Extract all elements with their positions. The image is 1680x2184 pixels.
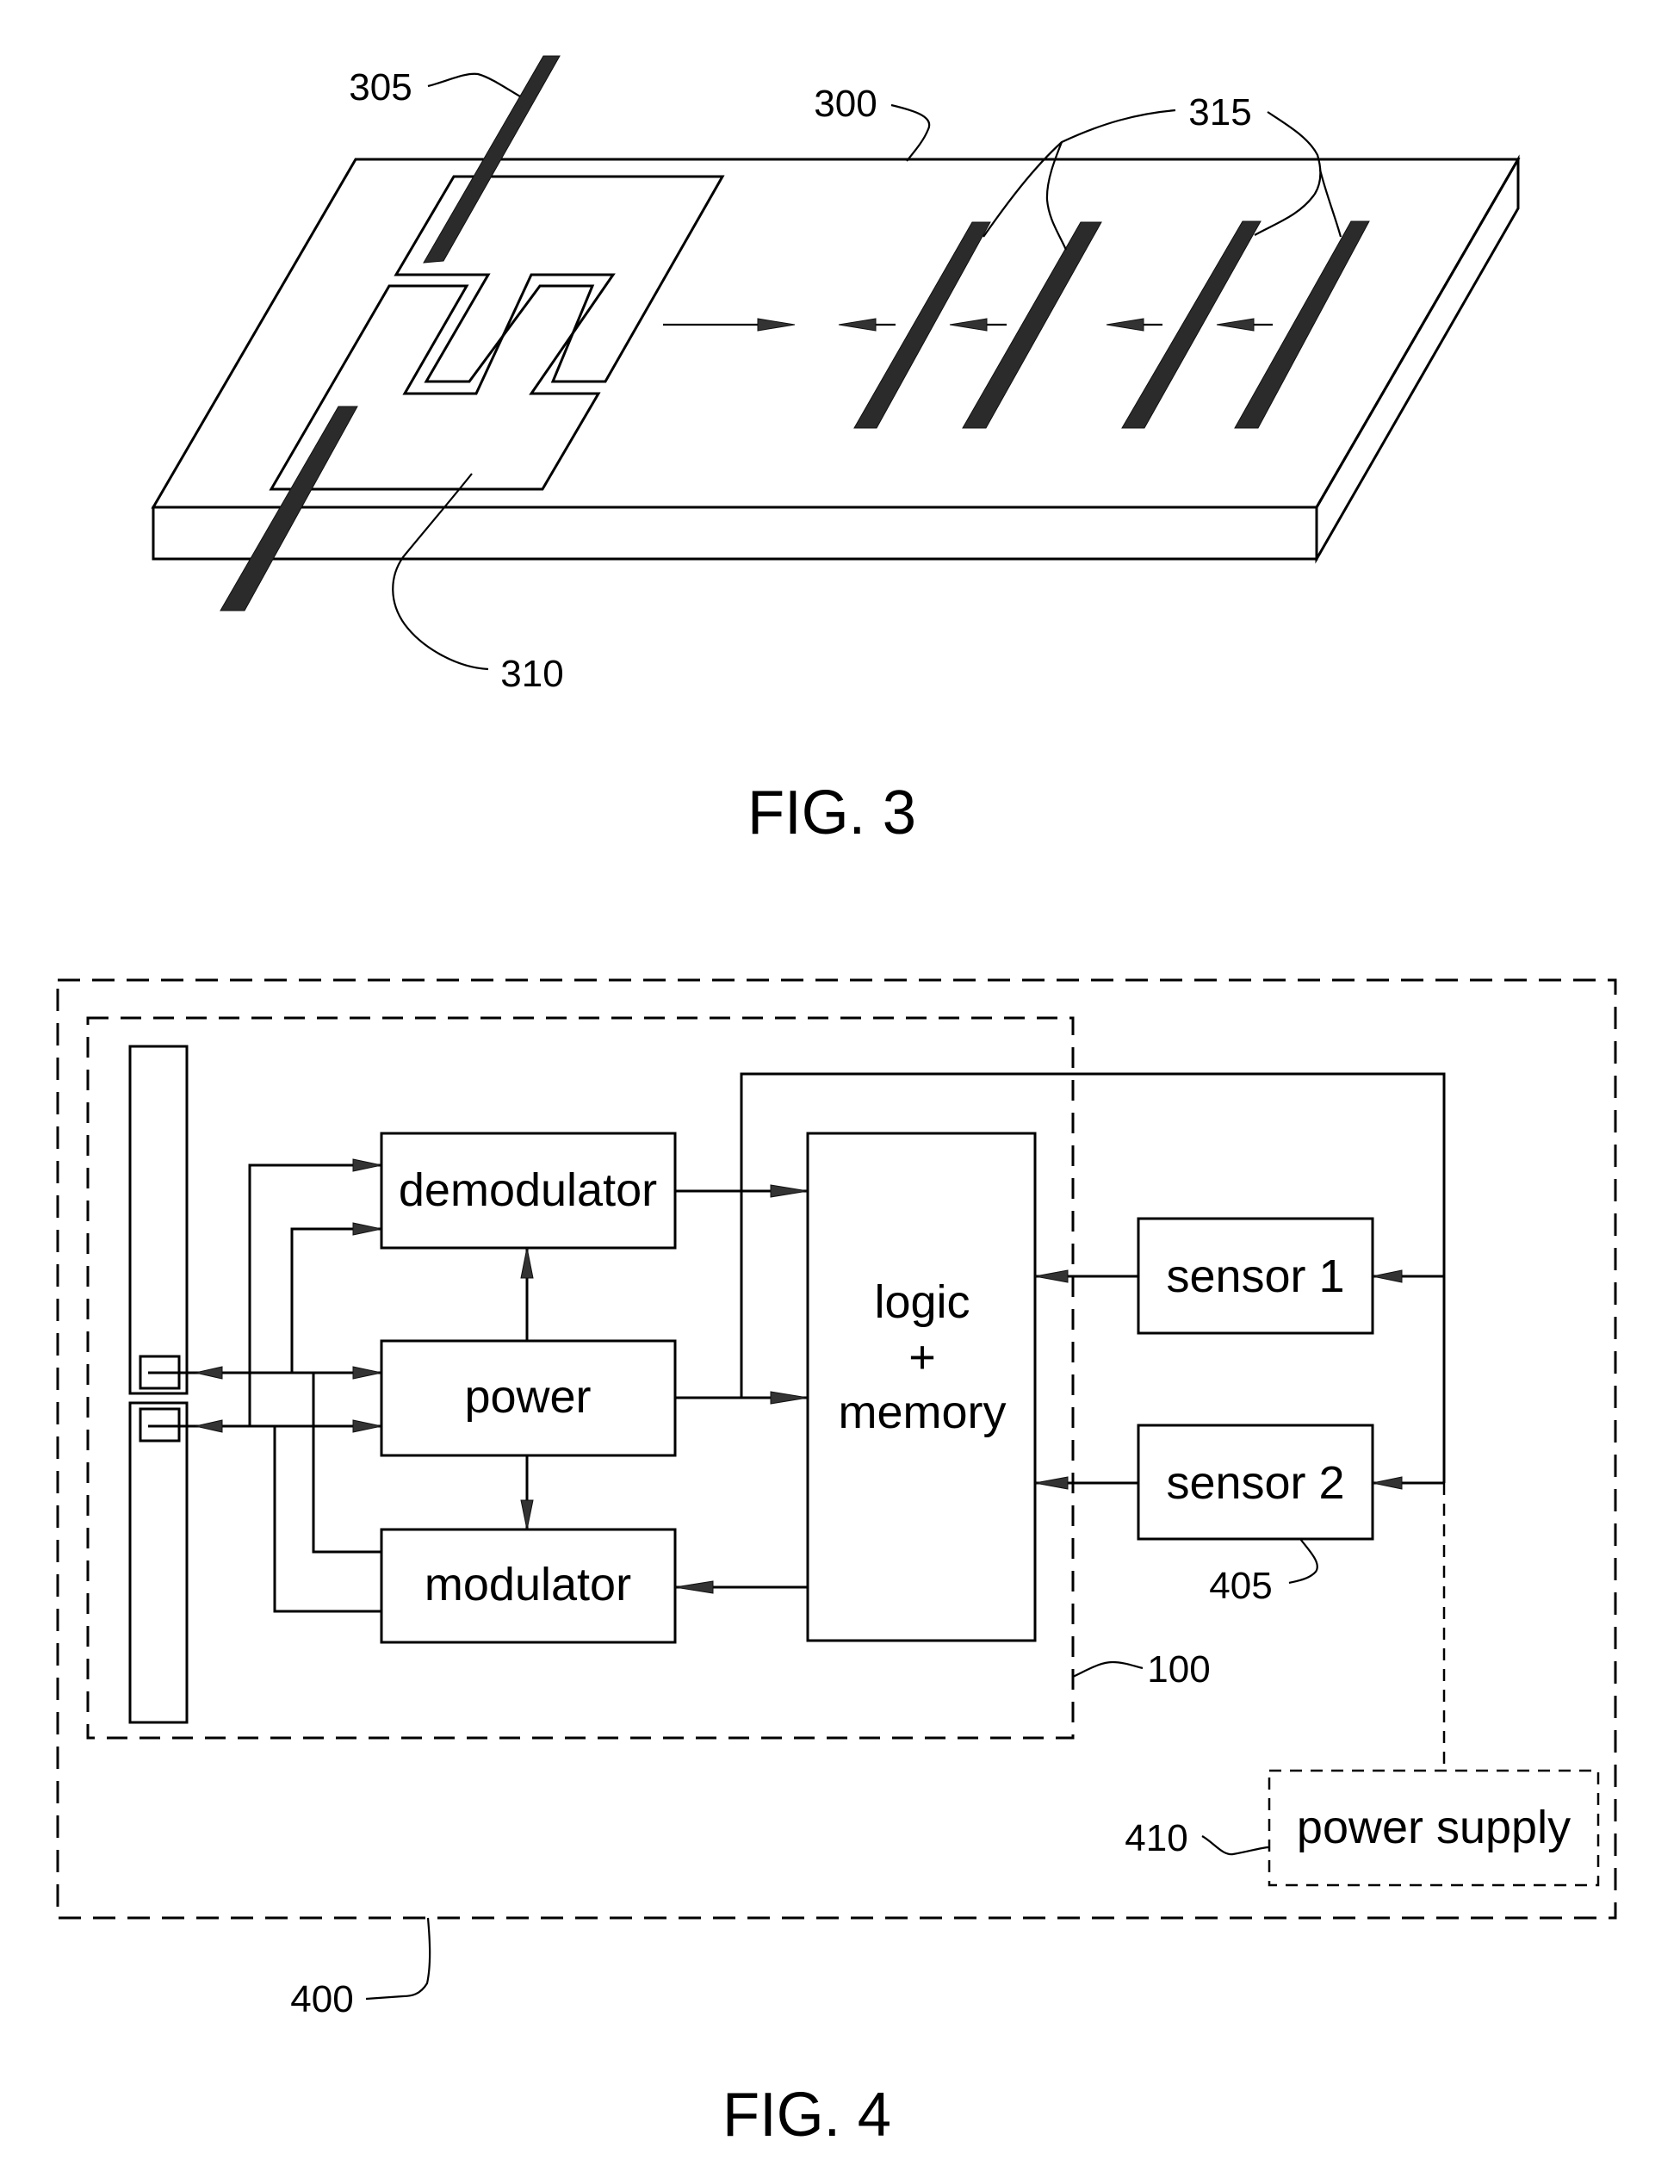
figure-4-caption: FIG. 4: [722, 2081, 891, 2150]
figure-4: demodulator power modulator logic + memo…: [56, 978, 1617, 2150]
modulator-block: modulator: [380, 1528, 677, 1644]
arrowhead-left-icon: [1372, 1269, 1403, 1283]
power-supply-label: power supply: [1297, 1802, 1571, 1853]
antenna: [128, 1045, 189, 1724]
substrate-slab: [151, 154, 1521, 564]
substrate-front-face: [152, 506, 1318, 561]
arrowhead-right-icon: [352, 1366, 382, 1380]
ref-label-410: 410: [1125, 1817, 1187, 1859]
figure-3: 305 300 315 310 FIG. 3: [151, 55, 1521, 847]
arrowhead-left-icon: [195, 1419, 223, 1433]
modulator-label: modulator: [425, 1559, 631, 1610]
plus-label: +: [908, 1331, 936, 1383]
sensor-2-block: sensor 2: [1137, 1424, 1374, 1541]
arrowhead-right-icon: [352, 1158, 382, 1172]
substrate-top-face: [151, 158, 1521, 509]
sensor-1-label: sensor 1: [1166, 1250, 1344, 1302]
arrowhead-left-icon: [195, 1366, 223, 1380]
arrowhead-left-icon: [1372, 1476, 1403, 1490]
arrowhead-left-icon: [674, 1580, 714, 1594]
antenna-element-upper: [128, 1045, 189, 1395]
ref-label-315: 315: [1188, 91, 1251, 133]
demodulator-label: demodulator: [399, 1164, 657, 1216]
figure-3-caption: FIG. 3: [747, 779, 916, 847]
leader-405: [1288, 1538, 1318, 1585]
leader-100: [1072, 1660, 1144, 1678]
arrowhead-up-icon: [520, 1247, 534, 1279]
arrowhead-left-icon: [838, 318, 877, 332]
wave-arrow-return-1: [838, 318, 896, 332]
leader-400: [365, 1917, 431, 2001]
wave-arrow-return-3: [1106, 318, 1162, 332]
leader-305: [427, 72, 521, 97]
wave-arrow-return-2: [949, 318, 1007, 332]
arrowhead-left-icon: [949, 318, 988, 332]
ref-label-400: 400: [290, 1978, 353, 2020]
ref-label-310: 310: [500, 653, 563, 695]
ref-label-305: 305: [349, 66, 412, 109]
substrate-side-face: [1315, 154, 1520, 564]
patent-drawing-sheet: 305 300 315 310 FIG. 3 demodulator power…: [56, 55, 1617, 2150]
arrowhead-left-icon: [1034, 1476, 1069, 1490]
wave-arrow-return-4: [1216, 318, 1273, 332]
arrowhead-right-icon: [757, 318, 796, 332]
logic-label: logic: [874, 1276, 970, 1328]
wave-arrow-outgoing: [663, 318, 796, 332]
arrowhead-left-icon: [1216, 318, 1255, 332]
arrowhead-down-icon: [520, 1499, 534, 1530]
leader-315-d: [1318, 169, 1342, 238]
leader-410: [1201, 1835, 1269, 1856]
chip-pad-outline: [269, 175, 725, 491]
sensor-1-block: sensor 1: [1137, 1217, 1374, 1335]
arrowhead-right-icon: [770, 1184, 809, 1198]
ref-label-405: 405: [1209, 1565, 1272, 1607]
arrowhead-right-icon: [770, 1391, 809, 1405]
arrowhead-right-icon: [352, 1419, 382, 1433]
ref-label-100: 100: [1147, 1648, 1210, 1691]
demodulator-block: demodulator: [380, 1132, 677, 1250]
leader-315-c: [1254, 111, 1322, 236]
leader-310: [392, 473, 489, 671]
power-supply-block: power supply: [1268, 1769, 1600, 1887]
power-block: power: [380, 1339, 677, 1457]
logic-memory-block: logic + memory: [806, 1132, 1037, 1642]
leader-300: [890, 103, 931, 162]
memory-label: memory: [838, 1387, 1006, 1438]
leader-315-a: [983, 109, 1176, 238]
power-label: power: [464, 1371, 591, 1423]
ref-label-300: 300: [814, 83, 877, 125]
arrowhead-left-icon: [1106, 318, 1144, 332]
arrowhead-right-icon: [352, 1222, 382, 1236]
antenna-element-lower: [128, 1401, 189, 1724]
arrowhead-left-icon: [1034, 1269, 1069, 1283]
sensor-2-label: sensor 2: [1166, 1457, 1344, 1509]
